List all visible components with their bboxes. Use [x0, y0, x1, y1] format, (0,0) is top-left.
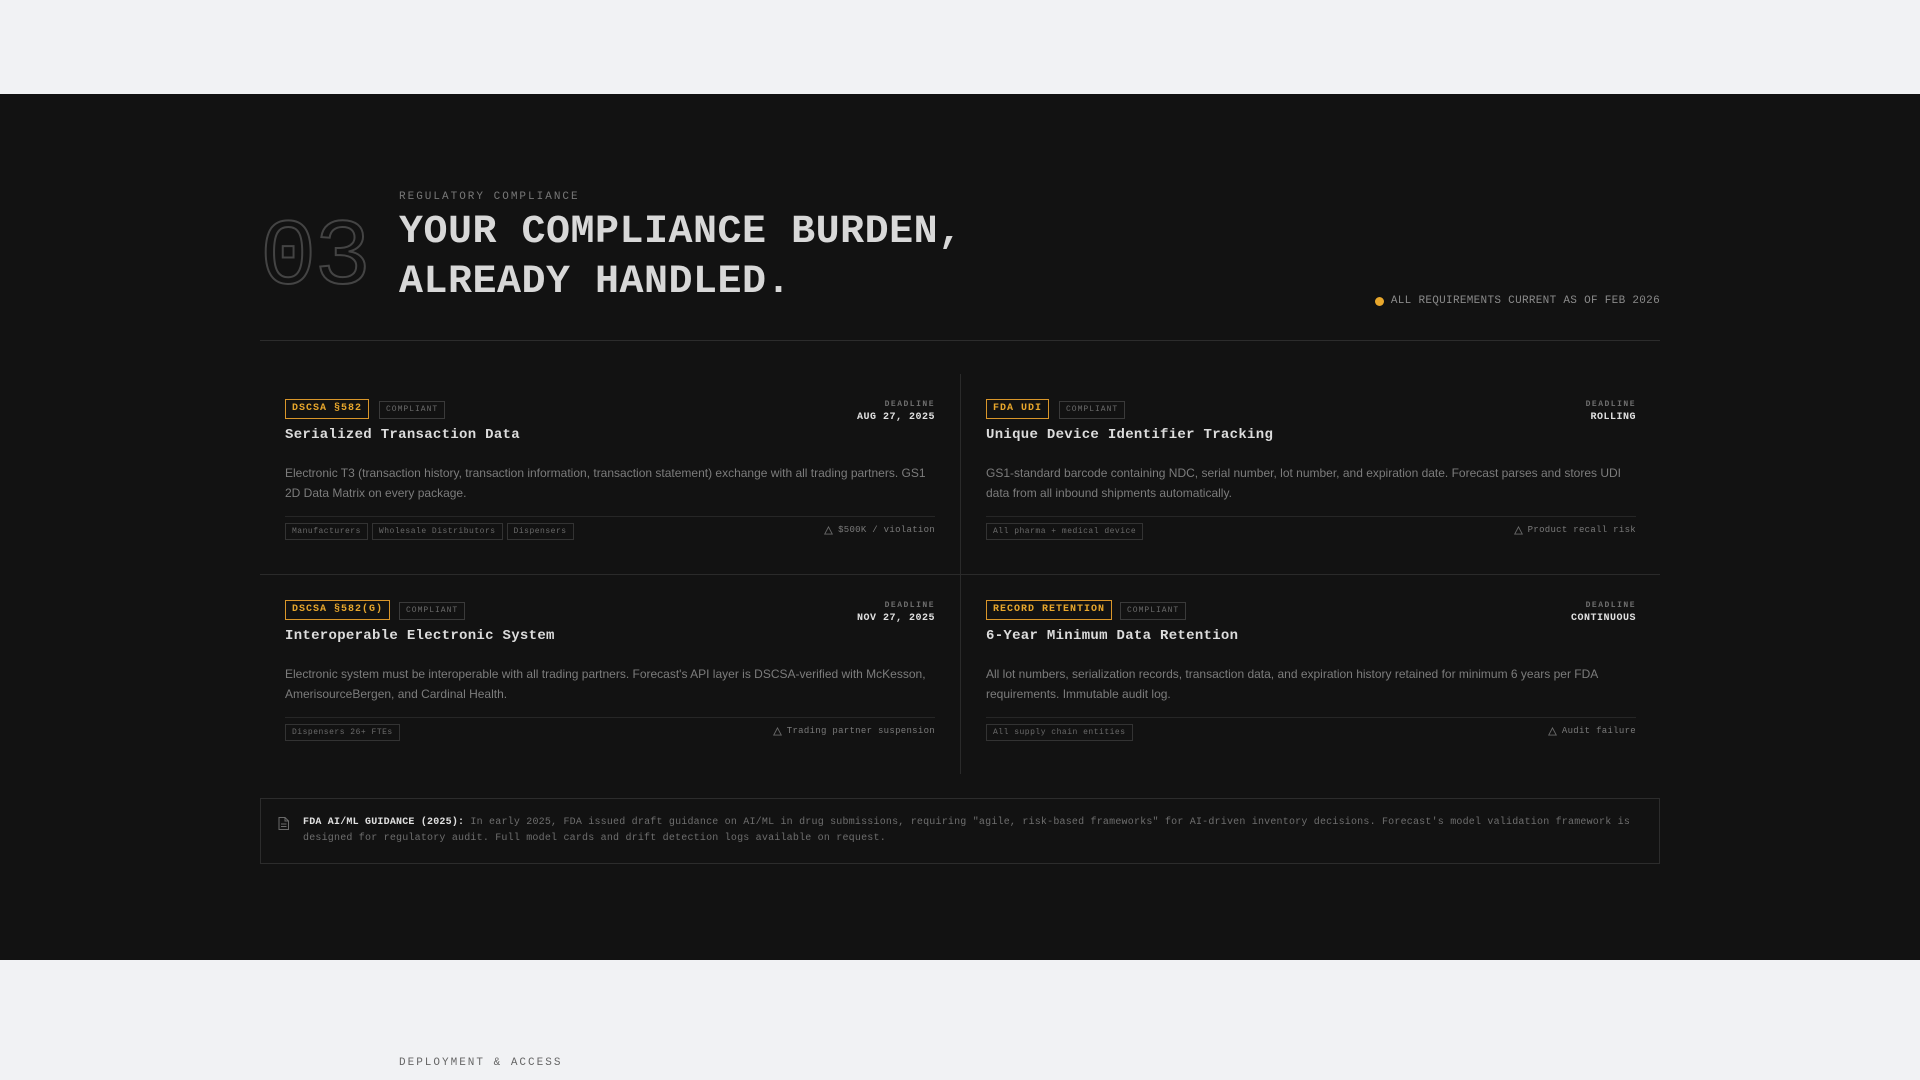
requirement-card-dscsa-582: DSCSA §582 COMPLIANT DEADLINE AUG 27, 20…	[285, 374, 935, 574]
deadline-value: AUG 27, 2025	[856, 412, 935, 423]
chip: Wholesale Distributors	[371, 523, 503, 540]
warning-triangle-icon	[1547, 726, 1557, 736]
note-body: In early 2025, FDA issued draft guidance…	[303, 817, 1631, 844]
status-indicator: ALL REQUIREMENTS CURRENT AS OF FEB 2026	[1374, 295, 1660, 307]
risk-text: $500K / violation	[838, 525, 935, 535]
deadline-value: NOV 27, 2025	[856, 613, 935, 624]
note-label: FDA AI/ML GUIDANCE (2025):	[303, 817, 465, 828]
regulation-code-tag: RECORD RETENTION	[986, 600, 1113, 620]
deadline-value: CONTINUOUS	[1570, 613, 1636, 624]
risk-note: Audit failure	[1547, 726, 1636, 736]
card-divider	[986, 717, 1636, 718]
chip: Dispensers	[506, 523, 574, 540]
deadline-label: DEADLINE	[884, 400, 935, 409]
divider	[260, 340, 1660, 341]
applies-to-chips: Dispensers 26+ FTEs	[285, 724, 400, 741]
compliance-section: 03 REGULATORY COMPLIANCE YOUR COMPLIANCE…	[0, 94, 1920, 960]
deadline-label: DEADLINE	[884, 601, 935, 610]
headline-line-2: ALREADY HANDLED.	[399, 260, 792, 305]
headline-line-1: YOUR COMPLIANCE BURDEN,	[399, 210, 963, 255]
risk-text: Trading partner suspension	[786, 726, 935, 736]
compliant-badge: COMPLIANT	[379, 401, 446, 419]
status-dot-icon	[1374, 296, 1384, 306]
warning-triangle-icon	[772, 726, 782, 736]
requirement-card-dscsa-582g: DSCSA §582(G) COMPLIANT DEADLINE NOV 27,…	[285, 575, 935, 775]
requirement-card-fda-udi: FDA UDI COMPLIANT DEADLINE ROLLING Uniqu…	[986, 374, 1636, 574]
chip: Manufacturers	[285, 523, 368, 540]
fda-guidance-note: FDA AI/ML GUIDANCE (2025): In early 2025…	[260, 798, 1660, 864]
chip: All pharma + medical device	[986, 523, 1144, 540]
status-text: ALL REQUIREMENTS CURRENT AS OF FEB 2026	[1390, 295, 1660, 307]
deadline-label: DEADLINE	[1585, 601, 1636, 610]
requirement-card-record-retention: RECORD RETENTION COMPLIANT DEADLINE CONT…	[986, 575, 1636, 775]
card-title: Interoperable Electronic System	[285, 628, 555, 644]
card-title: Serialized Transaction Data	[285, 427, 520, 443]
next-section-eyebrow: DEPLOYMENT & ACCESS	[399, 1057, 563, 1069]
card-description: GS1-standard barcode containing NDC, ser…	[986, 466, 1621, 500]
regulation-code-tag: DSCSA §582(G)	[285, 600, 391, 620]
requirements-grid: DSCSA §582 COMPLIANT DEADLINE AUG 27, 20…	[260, 374, 1660, 774]
card-title: Unique Device Identifier Tracking	[986, 427, 1274, 443]
deadline-label: DEADLINE	[1585, 400, 1636, 409]
risk-note: $500K / violation	[824, 525, 935, 535]
card-description: Electronic system must be interoperable …	[285, 667, 926, 701]
compliant-badge: COMPLIANT	[1059, 401, 1126, 419]
section-headline: YOUR COMPLIANCE BURDEN, ALREADY HANDLED.	[399, 208, 963, 308]
risk-text: Product recall risk	[1527, 525, 1636, 535]
card-divider	[285, 717, 935, 718]
card-divider	[285, 516, 935, 517]
chip: Dispensers 26+ FTEs	[285, 724, 400, 741]
risk-text: Audit failure	[1561, 726, 1636, 736]
deadline-value: ROLLING	[1590, 412, 1636, 423]
applies-to-chips: All supply chain entities	[986, 724, 1133, 741]
warning-triangle-icon	[824, 525, 834, 535]
applies-to-chips: All pharma + medical device	[986, 523, 1144, 540]
compliant-badge: COMPLIANT	[1120, 602, 1187, 620]
document-icon	[278, 817, 289, 830]
risk-note: Product recall risk	[1513, 525, 1636, 535]
compliant-badge: COMPLIANT	[399, 602, 466, 620]
section-number: 03	[259, 206, 372, 312]
risk-note: Trading partner suspension	[772, 726, 935, 736]
regulation-code-tag: FDA UDI	[986, 399, 1050, 419]
chip: All supply chain entities	[986, 724, 1133, 741]
card-description: Electronic T3 (transaction history, tran…	[285, 466, 926, 500]
card-divider	[986, 516, 1636, 517]
card-description: All lot numbers, serialization records, …	[986, 667, 1598, 701]
compliance-section-inner: 03 REGULATORY COMPLIANCE YOUR COMPLIANCE…	[259, 94, 1660, 960]
warning-triangle-icon	[1513, 525, 1523, 535]
regulation-code-tag: DSCSA §582	[285, 399, 370, 419]
card-title: 6-Year Minimum Data Retention	[986, 628, 1239, 644]
note-text: FDA AI/ML GUIDANCE (2025): In early 2025…	[303, 815, 1643, 847]
section-eyebrow: REGULATORY COMPLIANCE	[399, 191, 580, 203]
applies-to-chips: Manufacturers Wholesale Distributors Dis…	[285, 523, 574, 540]
